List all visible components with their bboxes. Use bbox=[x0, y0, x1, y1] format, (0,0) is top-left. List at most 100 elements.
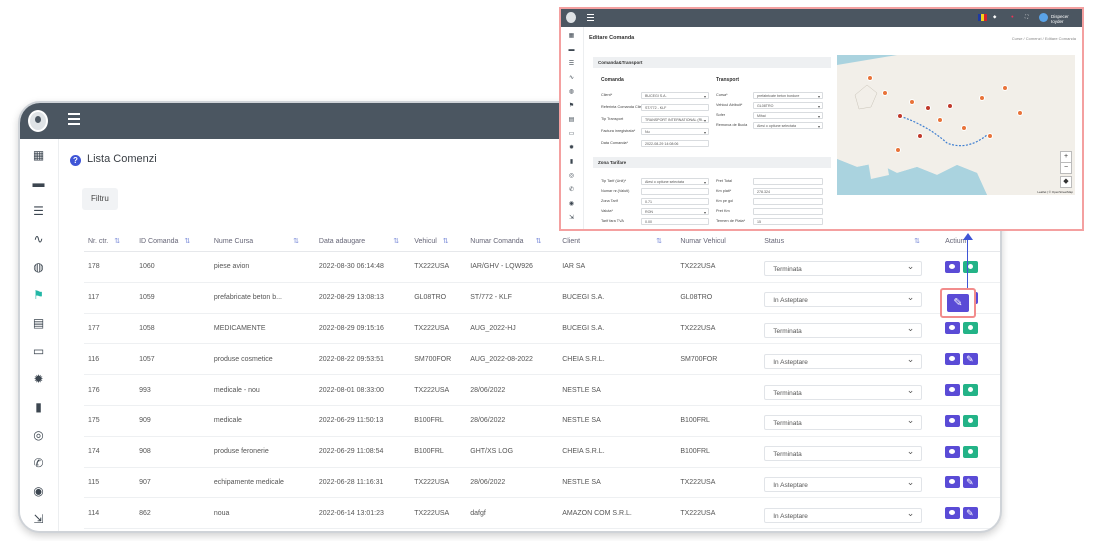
chat-icon[interactable]: ▭ bbox=[32, 345, 45, 358]
table-row[interactable]: 178 1060 piese avion 2022-08-30 06:14:48 TX2… bbox=[84, 251, 1000, 283]
field-select[interactable]: TRANSPORT INTERNATIONAL (RI... bbox=[641, 116, 709, 123]
edit-button[interactable] bbox=[963, 476, 979, 489]
field-select[interactable]: RON bbox=[641, 208, 709, 215]
route-map[interactable]: + − ◆ Leaflet | © OpenStreetMap bbox=[837, 55, 1075, 195]
route-icon[interactable]: ∿ bbox=[568, 75, 575, 82]
details-button[interactable] bbox=[963, 260, 979, 273]
gear-icon[interactable]: ✹ bbox=[568, 145, 575, 152]
status-select[interactable]: In Asteptare bbox=[764, 475, 923, 492]
field-select[interactable]: BUCEGI S.A. bbox=[641, 92, 709, 99]
field-input[interactable]: 2022-08-29 14:08:06 bbox=[641, 140, 709, 147]
notification-icon[interactable]: ● bbox=[1011, 14, 1014, 19]
menu-toggle-icon[interactable] bbox=[587, 14, 594, 23]
support-icon[interactable]: ◎ bbox=[32, 429, 45, 442]
map-marker[interactable] bbox=[987, 133, 993, 139]
col-header[interactable]: ID Comanda ⇅ bbox=[135, 231, 210, 252]
layers-icon[interactable]: ◆ bbox=[1060, 176, 1072, 188]
col-header[interactable]: Vehicul ⇅ bbox=[410, 231, 467, 252]
money-icon[interactable]: ▬ bbox=[32, 177, 45, 190]
map-marker[interactable] bbox=[1017, 110, 1023, 116]
field-input[interactable]: 0.00 bbox=[641, 218, 709, 225]
status-select[interactable]: Terminata bbox=[764, 321, 923, 338]
logout-icon[interactable]: ⇲ bbox=[568, 215, 575, 222]
col-header[interactable]: Data adaugare ⇅ bbox=[314, 231, 411, 252]
status-select[interactable]: In Asteptare bbox=[764, 290, 923, 308]
dashboard-icon[interactable]: ▦ bbox=[32, 149, 45, 162]
flag-icon[interactable]: ⚑ bbox=[568, 103, 575, 110]
breadcrumb[interactable]: Curse / Comenzi / Editare Comanda bbox=[1012, 36, 1076, 41]
route-icon[interactable]: ∿ bbox=[32, 233, 45, 246]
field-input[interactable] bbox=[753, 208, 823, 215]
view-button[interactable] bbox=[945, 414, 961, 427]
status-select[interactable]: Terminata bbox=[764, 259, 923, 277]
app-logo[interactable] bbox=[28, 110, 48, 132]
map-marker[interactable] bbox=[867, 75, 873, 81]
phone-icon[interactable]: ✆ bbox=[32, 457, 45, 470]
details-button[interactable] bbox=[963, 384, 979, 397]
language-flag-icon[interactable] bbox=[978, 14, 987, 21]
field-input[interactable] bbox=[753, 178, 823, 185]
field-input[interactable]: 0.71 bbox=[641, 198, 709, 205]
support-icon[interactable]: ◎ bbox=[568, 173, 575, 180]
details-button[interactable] bbox=[963, 445, 979, 458]
globe-icon[interactable]: ◍ bbox=[568, 89, 575, 96]
map-marker[interactable] bbox=[895, 147, 901, 153]
map-marker[interactable] bbox=[909, 99, 915, 105]
filter-button[interactable]: Filtru bbox=[82, 188, 118, 210]
table-row[interactable]: 177 1058 MEDICAMENTE 2022-08-29 09:15:16 TX2… bbox=[84, 313, 1000, 345]
view-button[interactable] bbox=[945, 322, 961, 335]
table-row[interactable]: 174 908 produse feronerie 2022-06-29 11:08:… bbox=[84, 436, 1000, 468]
col-header[interactable]: Numar Vehicul bbox=[676, 231, 761, 252]
col-header[interactable]: Numar Comanda ⇅ bbox=[466, 231, 559, 252]
zoom-out-button[interactable]: − bbox=[1060, 162, 1072, 174]
edit-button[interactable] bbox=[963, 353, 979, 366]
phone-icon[interactable]: ✆ bbox=[568, 187, 575, 194]
table-row[interactable]: 175 909 medicale 2022-06-29 11:50:13 B100FRL… bbox=[84, 405, 1000, 437]
map-marker[interactable] bbox=[882, 90, 888, 96]
highlighted-edit-button[interactable]: ✎ bbox=[940, 288, 976, 318]
map-marker[interactable] bbox=[917, 133, 923, 139]
col-header[interactable]: Status ⇅ bbox=[760, 231, 942, 252]
table-row[interactable]: 117 1059 prefabricate beton b... 2022-08-29… bbox=[84, 282, 1000, 314]
map-marker[interactable] bbox=[937, 117, 943, 123]
money-icon[interactable]: ▬ bbox=[568, 47, 575, 54]
view-button[interactable] bbox=[945, 353, 961, 366]
map-marker[interactable] bbox=[925, 105, 931, 111]
field-select[interactable]: Alesi o optiune selectata bbox=[753, 122, 823, 129]
list-icon[interactable]: ☰ bbox=[568, 61, 575, 68]
field-input[interactable]: 278.324 bbox=[753, 188, 823, 195]
share-icon[interactable]: ◆ bbox=[993, 14, 996, 20]
field-select[interactable]: Mihai bbox=[753, 112, 823, 119]
map-marker[interactable] bbox=[947, 103, 953, 109]
field-select[interactable]: Nu bbox=[641, 128, 709, 135]
user-icon[interactable]: ◉ bbox=[32, 485, 45, 498]
field-input[interactable]: 15 bbox=[753, 218, 823, 225]
details-button[interactable] bbox=[963, 414, 979, 427]
view-button[interactable] bbox=[945, 476, 961, 489]
table-row[interactable]: 176 993 medicale - nou 2022-08-01 08:33:00 T… bbox=[84, 374, 1000, 406]
app-logo[interactable] bbox=[566, 12, 576, 23]
table-row[interactable]: 115 907 echipamente medicale 2022-06-28 11:… bbox=[84, 467, 1000, 499]
status-select[interactable]: In Asteptare bbox=[764, 506, 923, 523]
field-input[interactable] bbox=[753, 198, 823, 205]
view-button[interactable] bbox=[945, 384, 961, 397]
status-select[interactable]: Terminata bbox=[764, 444, 923, 462]
user-name[interactable]: Dispecer Ioyder bbox=[1051, 14, 1082, 24]
view-button[interactable] bbox=[945, 260, 961, 273]
status-select[interactable]: Terminata bbox=[764, 413, 923, 431]
menu-toggle-icon[interactable] bbox=[68, 113, 80, 125]
view-button[interactable] bbox=[945, 507, 961, 520]
user-avatar[interactable] bbox=[1039, 13, 1048, 22]
map-marker[interactable] bbox=[979, 95, 985, 101]
chat-icon[interactable]: ▭ bbox=[568, 131, 575, 138]
table-row[interactable]: 116 1057 produse cosmetice 2022-08-22 09:53… bbox=[84, 343, 1000, 376]
field-input[interactable]: ST/772 - KLF bbox=[641, 104, 709, 111]
field-select[interactable]: Alesi o optiune selectata bbox=[641, 178, 709, 185]
col-header[interactable]: Nume Cursa ⇅ bbox=[209, 231, 315, 252]
fullscreen-icon[interactable]: ⛶ bbox=[1025, 14, 1028, 19]
status-select[interactable]: Terminata bbox=[764, 383, 923, 400]
map-marker[interactable] bbox=[1002, 85, 1008, 91]
col-header[interactable]: Nr. ctr. ⇅ bbox=[84, 231, 136, 252]
help-icon[interactable]: ? bbox=[70, 155, 81, 166]
field-select[interactable]: GL08TRO bbox=[753, 102, 823, 109]
